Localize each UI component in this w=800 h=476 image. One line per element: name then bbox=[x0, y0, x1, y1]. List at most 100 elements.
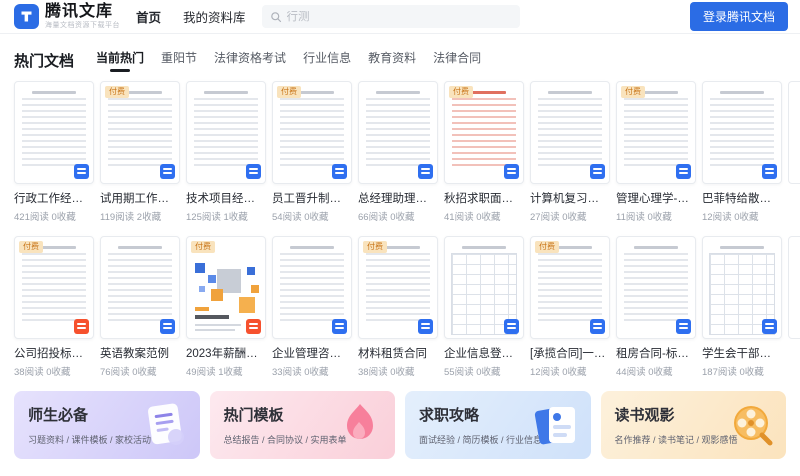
doc-card[interactable]: 行政工作经验分... 421阅读 0收藏 bbox=[14, 81, 94, 223]
doc-stats: 27阅读 0收藏 bbox=[530, 212, 587, 223]
doc-thumbnail: 付费 bbox=[616, 81, 696, 184]
doc-card[interactable]: 英语教案范例 76阅读 0收藏 bbox=[100, 236, 180, 378]
document-icon bbox=[138, 399, 190, 451]
cover-shape bbox=[195, 307, 209, 311]
thumb-text-lines bbox=[366, 253, 430, 323]
thumb-title-line bbox=[720, 246, 764, 249]
nav-item-home[interactable]: 首页 bbox=[136, 7, 161, 26]
doc-card-partial[interactable] bbox=[788, 236, 800, 378]
doc-card[interactable]: 企业信息登记表 55阅读 0收藏 bbox=[444, 236, 524, 378]
banner-pink[interactable]: 热门模板 总结报告 / 合同协议 / 实用表单 bbox=[209, 391, 395, 459]
resume-icon bbox=[529, 399, 581, 451]
doc-card[interactable]: 付费 2023年薪酬报告... 49阅读 1收藏 bbox=[186, 236, 266, 378]
doc-stats: 11阅读 0收藏 bbox=[616, 212, 672, 223]
doc-title: 行政工作经验分... bbox=[14, 193, 94, 205]
paid-tag: 付费 bbox=[621, 86, 645, 98]
tab-1[interactable]: 重阳节 bbox=[161, 49, 197, 72]
doc-card-partial[interactable] bbox=[788, 81, 800, 223]
doc-stats: 38阅读 0收藏 bbox=[358, 367, 415, 378]
doc-stats: 12阅读 0收藏 bbox=[702, 212, 759, 223]
doc-thumbnail: 付费 bbox=[14, 236, 94, 339]
tab-4[interactable]: 教育资料 bbox=[368, 49, 416, 72]
doc-file-icon bbox=[160, 164, 175, 179]
search-input[interactable] bbox=[286, 10, 512, 23]
doc-file-icon bbox=[418, 319, 433, 334]
doc-card[interactable]: 付费员工晋升制度及... 54阅读 0收藏 bbox=[272, 81, 352, 223]
cover-shape bbox=[195, 324, 241, 326]
nav-item-library[interactable]: 我的资料库 bbox=[183, 7, 246, 26]
doc-thumbnail: 付费 bbox=[358, 236, 438, 339]
search-box[interactable] bbox=[261, 5, 520, 28]
doc-file-icon bbox=[504, 319, 519, 334]
cover-shape bbox=[208, 275, 216, 283]
thumb-title-line bbox=[548, 91, 592, 94]
doc-card[interactable]: 付费 [承揽合同]一加... 12阅读 0收藏 bbox=[530, 236, 610, 378]
cover-shape bbox=[251, 285, 259, 293]
thumb-text-lines bbox=[624, 98, 688, 168]
doc-thumbnail bbox=[788, 81, 800, 184]
doc-stats: 187阅读 0收藏 bbox=[702, 367, 764, 378]
paid-tag: 付费 bbox=[191, 241, 215, 253]
banner-blue[interactable]: 求职攻略 面试经验 / 简历模板 / 行业信息 bbox=[405, 391, 591, 459]
thumb-text-lines bbox=[538, 98, 602, 168]
tab-0[interactable]: 当前热门 bbox=[96, 49, 144, 72]
thumb-text-lines bbox=[194, 98, 258, 168]
doc-file-icon bbox=[74, 164, 89, 179]
pdf-file-icon bbox=[74, 319, 89, 334]
banner-purple[interactable]: 师生必备 习题资料 / 课件模板 / 家校活动 bbox=[14, 391, 200, 459]
doc-thumbnail: 付费 bbox=[186, 236, 266, 339]
doc-title: 公司招投标授权... bbox=[14, 348, 94, 360]
section-title: 热门文档 bbox=[14, 53, 75, 70]
doc-card[interactable]: 计算机复习资料 27阅读 0收藏 bbox=[530, 81, 610, 223]
doc-file-icon bbox=[676, 164, 691, 179]
doc-thumbnail bbox=[788, 236, 800, 339]
doc-title: 企业管理咨询合同 bbox=[272, 348, 352, 360]
doc-thumbnail bbox=[186, 81, 266, 184]
thumb-text-lines bbox=[452, 98, 516, 168]
site-title: 腾讯文库 bbox=[45, 3, 114, 20]
doc-card[interactable]: 学生会干部竞选... 187阅读 0收藏 bbox=[702, 236, 782, 378]
thumb-text-lines bbox=[22, 253, 86, 323]
doc-file-icon bbox=[590, 319, 605, 334]
doc-card[interactable]: 付费秋招求职面试技巧 41阅读 0收藏 bbox=[444, 81, 524, 223]
cover-shape bbox=[195, 329, 235, 331]
thumb-title-line bbox=[204, 91, 248, 94]
doc-card[interactable]: 技术项目经理面... 125阅读 1收藏 bbox=[186, 81, 266, 223]
doc-card[interactable]: 付费管理心理学-复习... 11阅读 0收藏 bbox=[616, 81, 696, 223]
doc-card[interactable]: 企业管理咨询合同 33阅读 0收藏 bbox=[272, 236, 352, 378]
thumb-text-lines bbox=[710, 98, 774, 168]
doc-stats: 125阅读 1收藏 bbox=[186, 212, 248, 223]
paid-tag: 付费 bbox=[535, 241, 559, 253]
doc-file-icon bbox=[762, 164, 777, 179]
doc-stats: 76阅读 0收藏 bbox=[100, 367, 157, 378]
doc-title: 技术项目经理面... bbox=[186, 193, 266, 205]
doc-title: 学生会干部竞选... bbox=[702, 348, 782, 360]
doc-card[interactable]: 租房合同-标准版 44阅读 0收藏 bbox=[616, 236, 696, 378]
doc-thumbnail: 付费 bbox=[530, 236, 610, 339]
doc-card[interactable]: 总经理助理工作... 66阅读 0收藏 bbox=[358, 81, 438, 223]
doc-card[interactable]: 付费试用期工作经验... 119阅读 2收藏 bbox=[100, 81, 180, 223]
doc-title: 英语教案范例 bbox=[100, 348, 169, 360]
login-button[interactable]: 登录腾讯文档 bbox=[689, 2, 788, 31]
doc-card[interactable]: 付费公司招投标授权... 38阅读 0收藏 bbox=[14, 236, 94, 378]
paid-tag: 付费 bbox=[19, 241, 43, 253]
doc-stats: 38阅读 0收藏 bbox=[14, 367, 71, 378]
doc-thumbnail bbox=[14, 81, 94, 184]
doc-card[interactable]: 巴菲特给散户的9... 12阅读 0收藏 bbox=[702, 81, 782, 223]
doc-title: [承揽合同]一加... bbox=[530, 348, 610, 360]
doc-stats: 12阅读 0收藏 bbox=[530, 367, 587, 378]
tab-2[interactable]: 法律资格考试 bbox=[214, 49, 286, 72]
thumb-title-line bbox=[634, 246, 678, 249]
tab-5[interactable]: 法律合同 bbox=[433, 49, 481, 72]
banner-orange[interactable]: 读书观影 名作推荐 / 读书笔记 / 观影感悟 bbox=[600, 391, 786, 459]
thumb-title-line bbox=[462, 246, 506, 249]
doc-card[interactable]: 付费 材料租赁合同 38阅读 0收藏 bbox=[358, 236, 438, 378]
site-logo[interactable]: 腾讯文库 海量文档资源下载平台 bbox=[14, 4, 120, 29]
doc-title: 员工晋升制度及... bbox=[272, 193, 352, 205]
cover-shape bbox=[195, 315, 229, 319]
tab-3[interactable]: 行业信息 bbox=[303, 49, 351, 72]
doc-file-icon bbox=[332, 319, 347, 334]
thumb-text-lines bbox=[280, 98, 344, 168]
main-nav: 首页 我的资料库 bbox=[136, 7, 246, 26]
thumb-text-lines bbox=[280, 253, 344, 323]
